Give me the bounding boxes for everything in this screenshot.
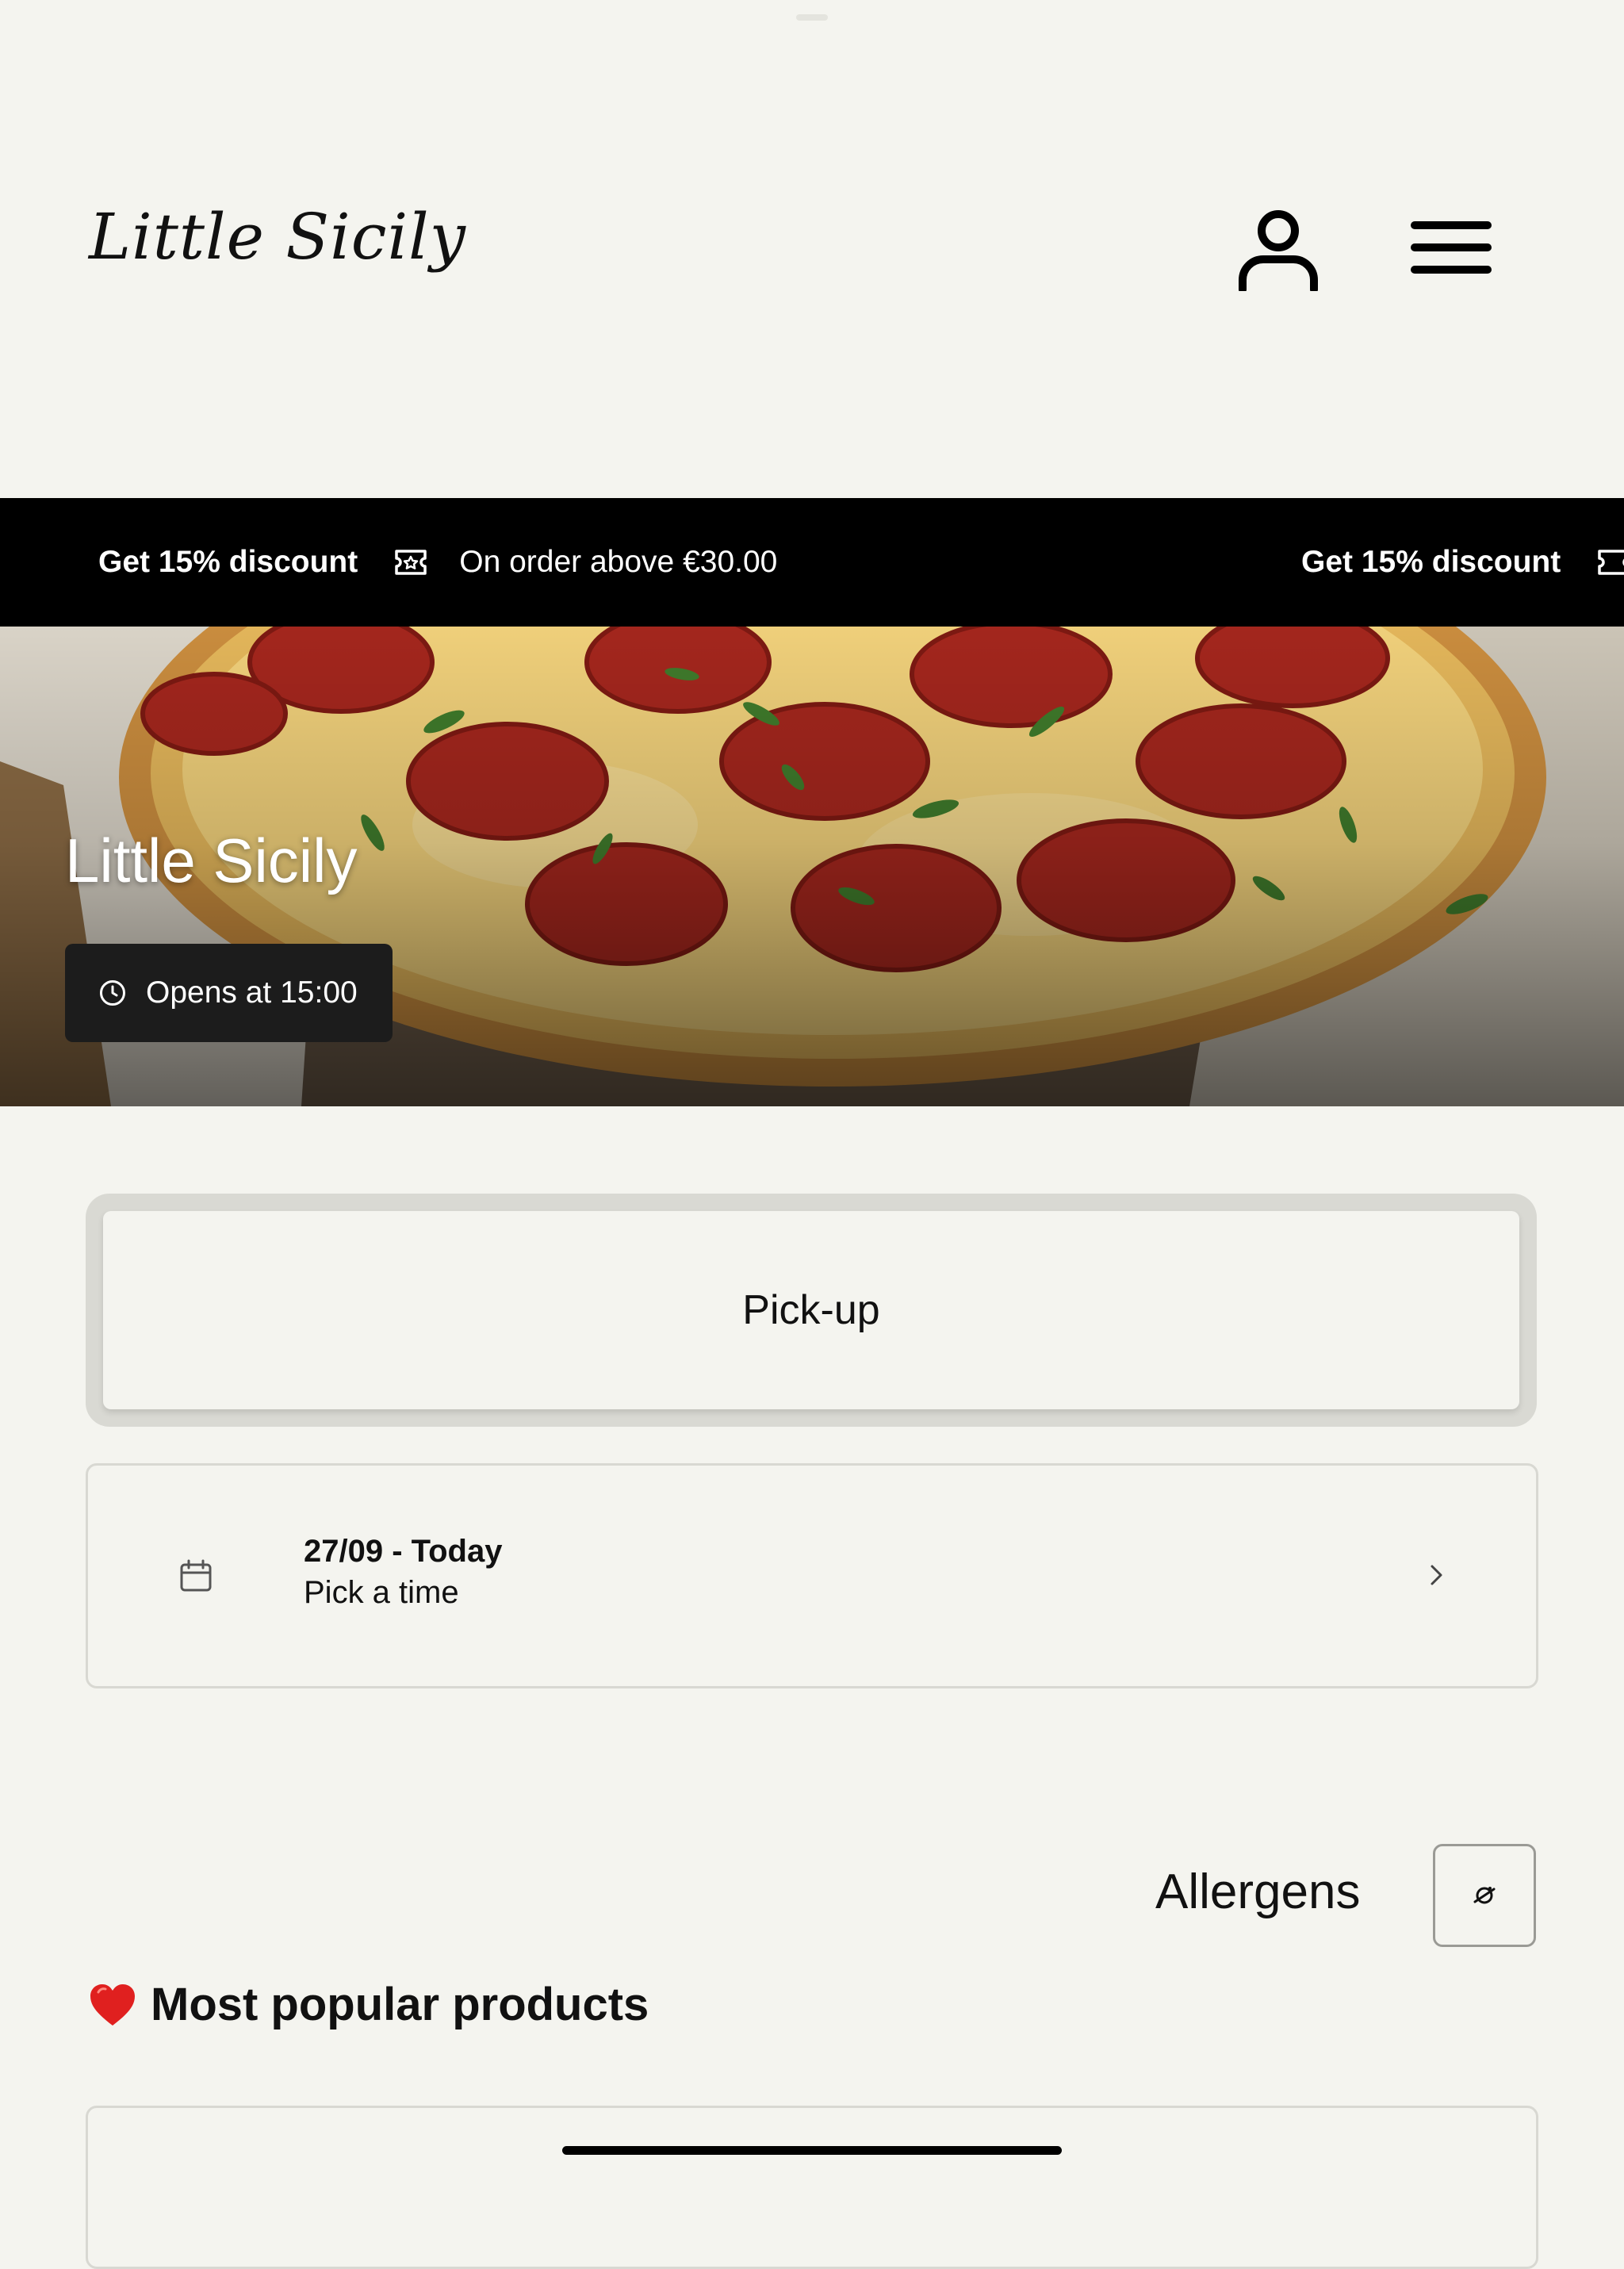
promo-banner: Get 15% discount On order above €30.00 G… xyxy=(0,498,1624,627)
restaurant-name: Little Sicily xyxy=(65,826,358,895)
pickup-time-selector[interactable]: 27/09 - Today Pick a time xyxy=(86,1463,1538,1688)
hamburger-menu-icon xyxy=(1411,221,1492,274)
account-button[interactable] xyxy=(1231,200,1326,295)
promo-title: Get 15% discount xyxy=(98,545,358,579)
chevron-right-icon xyxy=(1420,1559,1452,1595)
popular-heading-text: Most popular products xyxy=(151,1979,649,2030)
menu-button[interactable] xyxy=(1404,200,1499,295)
calendar-icon xyxy=(178,1558,213,1597)
ticket-icon xyxy=(394,549,427,576)
order-mode-selector: Pick-up xyxy=(86,1194,1537,1427)
home-indicator xyxy=(562,2146,1062,2155)
opening-hours-badge: Opens at 15:00 xyxy=(65,944,393,1042)
clock-icon xyxy=(98,979,127,1007)
allergen-filter-icon xyxy=(1473,1887,1496,1904)
pickup-date: 27/09 - Today xyxy=(304,1534,503,1569)
site-header: Little Sicily xyxy=(0,0,1624,498)
logo[interactable]: Little Sicily xyxy=(89,200,466,274)
opening-hours-text: Opens at 15:00 xyxy=(146,975,358,1010)
promo-detail: On order above €30.00 xyxy=(459,545,778,579)
pick-time-label: Pick a time xyxy=(304,1575,459,1610)
popular-products-heading: Most popular products xyxy=(89,1978,649,2031)
promo-item: Get 15% discount On order above €30.00 xyxy=(98,498,777,627)
hero-banner: Little Sicily Opens at 15:00 xyxy=(0,627,1624,1106)
promo-item: Get 15% discount xyxy=(1301,498,1624,627)
allergens-label: Allergens xyxy=(1155,1865,1361,1919)
promo-title: Get 15% discount xyxy=(1301,545,1561,579)
pickup-option-button[interactable]: Pick-up xyxy=(103,1211,1519,1409)
product-card[interactable] xyxy=(86,2106,1538,2269)
allergens-button[interactable] xyxy=(1433,1844,1536,1947)
user-icon xyxy=(1239,210,1318,291)
heart-icon xyxy=(89,1983,136,2027)
ticket-icon xyxy=(1597,549,1624,576)
